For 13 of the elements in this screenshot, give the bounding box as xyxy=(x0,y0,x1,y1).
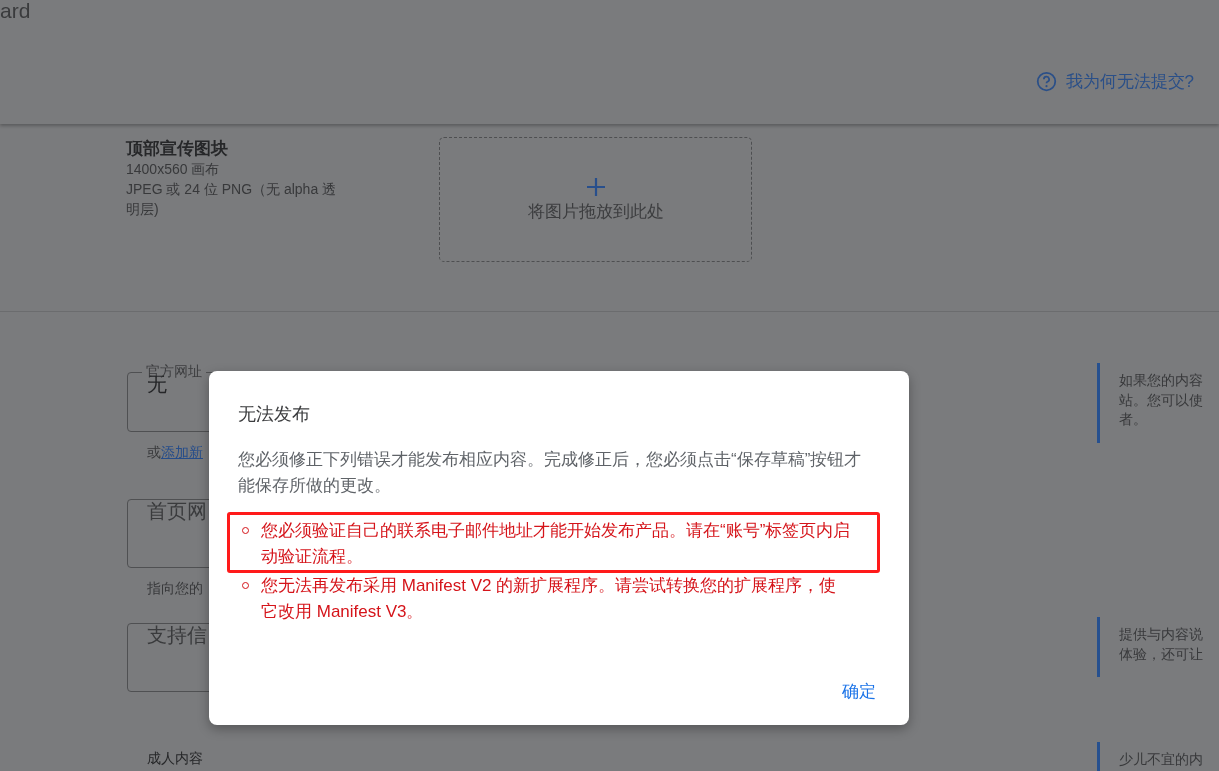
section-title: 顶部宣传图块 xyxy=(126,138,229,159)
page-title: ard xyxy=(0,0,31,22)
spec-text: 1400x560 画布 xyxy=(126,160,221,179)
dialog-title: 无法发布 xyxy=(238,403,311,426)
helper-text: 指向您的 xyxy=(147,580,203,596)
error-message: 您必须验证自己的联系电子邮件地址才能开始发布产品。请在“账号”标签页内启动验证流程。 xyxy=(227,512,880,573)
info-note: 提供与内容说 体验，还可让 xyxy=(1097,617,1219,677)
dialog-message: 您必须修正下列错误才能发布相应内容。完成修正后，您必须点击“保存草稿”按钮才能保存所做的更改。 xyxy=(238,449,863,497)
info-note: 如果您的内容 站。您可以使 者。 xyxy=(1097,363,1219,443)
helper-text: 或 xyxy=(147,444,161,460)
info-note: 少儿不宜的内 xyxy=(1097,742,1219,771)
spec-text: JPEG 或 24 位 PNG（无 alpha 透明层) xyxy=(126,180,338,219)
section-label: 成人内容 xyxy=(147,750,204,768)
